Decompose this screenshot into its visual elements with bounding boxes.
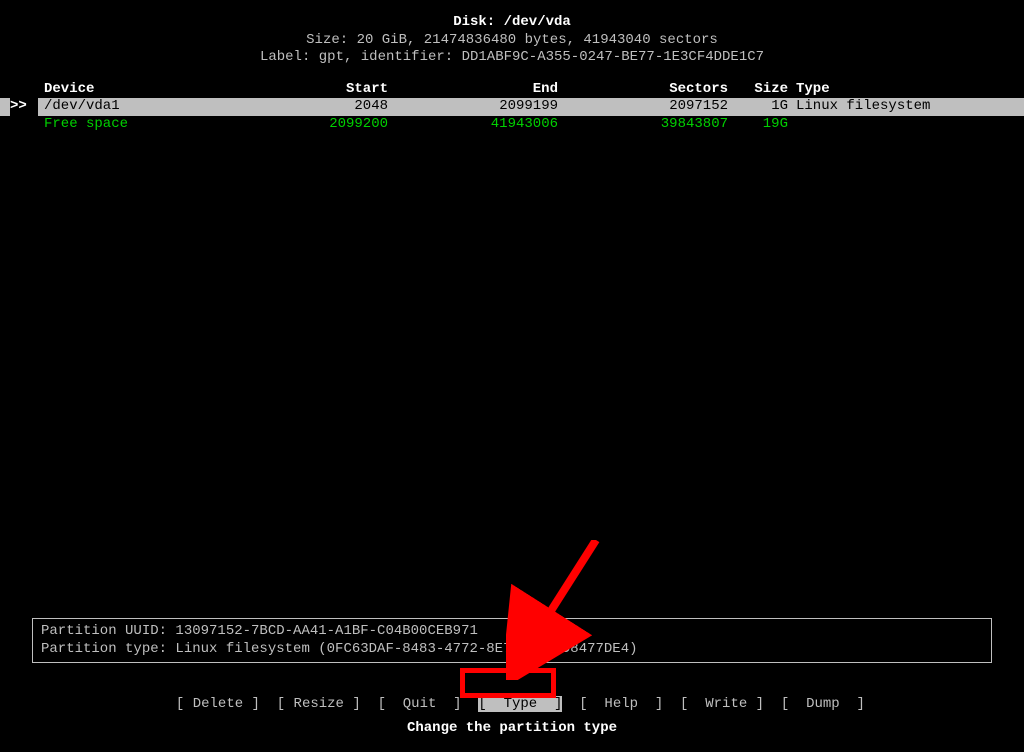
cell-device: /dev/vda1 — [38, 98, 218, 116]
cell-end: 2099199 — [388, 98, 558, 116]
row-marker — [10, 116, 38, 134]
col-type: Type — [788, 81, 996, 99]
menu-help[interactable]: [ Help ] — [579, 696, 663, 712]
col-device: Device — [38, 81, 218, 99]
menu-quit[interactable]: [ Quit ] — [378, 696, 462, 712]
help-text: Change the partition type — [0, 720, 1024, 738]
menu-bar: [ Delete ] [ Resize ] [ Quit ] [ Type ] … — [0, 678, 1024, 713]
size-line: Size: 20 GiB, 21474836480 bytes, 4194304… — [0, 32, 1024, 50]
row-marker: >> — [10, 98, 38, 116]
menu-write[interactable]: [ Write ] — [680, 696, 764, 712]
cell-size: 1G — [728, 98, 788, 116]
menu-delete[interactable]: [ Delete ] — [176, 696, 260, 712]
table-row[interactable]: Free space 2099200 41943006 39843807 19G — [0, 116, 1024, 134]
disk-line: Disk: /dev/vda — [0, 14, 1024, 32]
col-sectors: Sectors — [558, 81, 728, 99]
menu-dump[interactable]: [ Dump ] — [781, 696, 865, 712]
col-start: Start — [218, 81, 388, 99]
cell-type: Linux filesystem — [788, 98, 996, 116]
cell-sectors: 39843807 — [558, 116, 728, 134]
partition-info-box: Partition UUID: 13097152-7BCD-AA41-A1BF-… — [32, 618, 992, 663]
disk-header: Disk: /dev/vda Size: 20 GiB, 21474836480… — [0, 0, 1024, 67]
partition-type: Partition type: Linux filesystem (0FC63D… — [41, 641, 983, 659]
menu-type[interactable]: [ Type ] — [478, 696, 562, 712]
column-headers: Device Start End Sectors Size Type — [0, 81, 1024, 99]
label-line: Label: gpt, identifier: DD1ABF9C-A355-02… — [0, 49, 1024, 67]
partition-table: Device Start End Sectors Size Type >> /d… — [0, 81, 1024, 134]
col-size: Size — [728, 81, 788, 99]
table-row[interactable]: >> /dev/vda1 2048 2099199 2097152 1G Lin… — [0, 98, 1024, 116]
cell-type — [788, 116, 996, 134]
cell-device: Free space — [38, 116, 218, 134]
cell-size: 19G — [728, 116, 788, 134]
col-end: End — [388, 81, 558, 99]
cell-end: 41943006 — [388, 116, 558, 134]
partition-uuid: Partition UUID: 13097152-7BCD-AA41-A1BF-… — [41, 623, 983, 641]
cell-sectors: 2097152 — [558, 98, 728, 116]
cell-start: 2099200 — [218, 116, 388, 134]
cell-start: 2048 — [218, 98, 388, 116]
menu-resize[interactable]: [ Resize ] — [277, 696, 361, 712]
